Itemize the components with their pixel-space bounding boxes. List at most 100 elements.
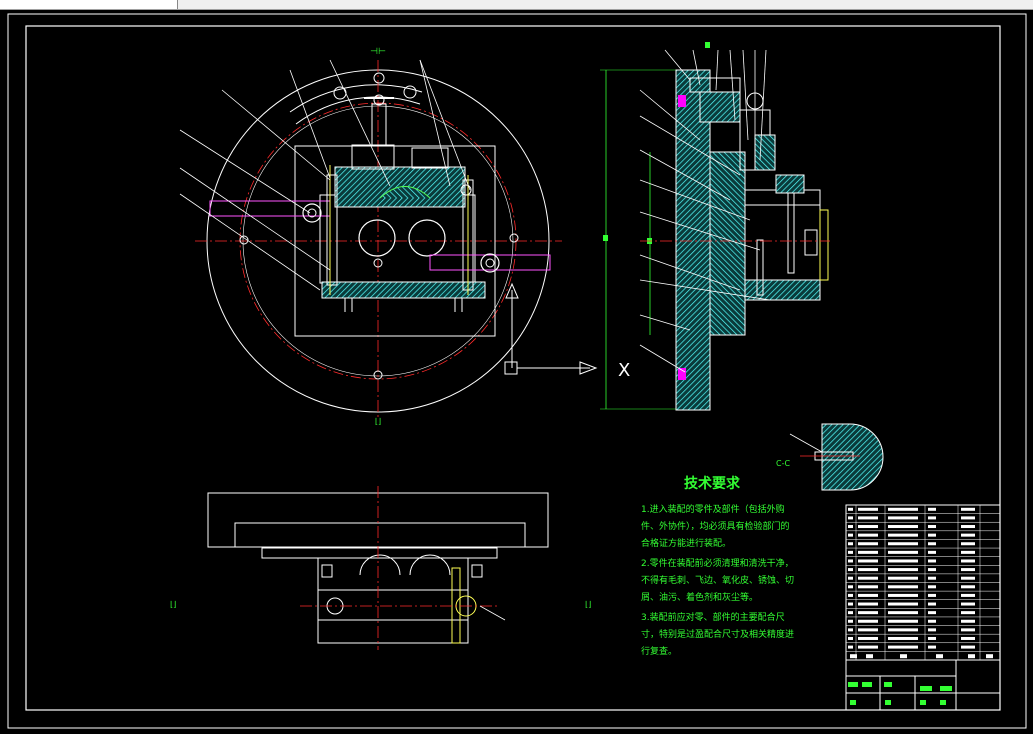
parts-table-mark — [848, 533, 853, 537]
parts-table-mark — [928, 525, 936, 529]
parts-table-mark — [961, 602, 975, 606]
parts-table-mark — [858, 619, 878, 623]
parts-table-mark — [888, 525, 918, 529]
parts-table-mark — [858, 585, 878, 589]
parts-table-mark — [961, 611, 975, 615]
tech-line-6: 屑、油污、着色剂和灰尘等。 — [641, 591, 758, 603]
tech-title: 技术要求 — [684, 475, 741, 492]
drawing-tab[interactable] — [0, 0, 178, 9]
parts-table-mark — [848, 645, 853, 649]
parts-table-header-mark — [936, 654, 943, 659]
parts-table-mark — [888, 585, 918, 589]
parts-table-mark — [961, 550, 975, 554]
svg-text:⌊⌋: ⌊⌋ — [585, 600, 591, 609]
parts-table-mark — [848, 593, 853, 597]
parts-table-mark — [961, 576, 975, 580]
parts-table-mark — [928, 542, 936, 546]
parts-table-mark — [848, 542, 853, 546]
parts-list-table — [845, 504, 1001, 661]
parts-table-mark — [961, 568, 975, 572]
tech-line-4: 2.零件在装配前必须清理和清洗干净， — [641, 557, 794, 569]
parts-table-mark — [961, 525, 975, 529]
tech-line-7: 3.装配前应对零、部件的主要配合尺 — [641, 611, 785, 623]
parts-table-header-mark — [986, 654, 993, 659]
parts-table-mark — [858, 611, 878, 615]
view-marker: X — [618, 360, 630, 381]
parts-table-header-mark — [900, 654, 907, 659]
parts-table-mark — [848, 602, 853, 606]
parts-table-mark — [961, 507, 975, 511]
title-block — [845, 659, 1001, 711]
svg-text:⊣⊢: ⊣⊢ — [370, 47, 386, 57]
parts-table-header-mark — [850, 654, 857, 659]
parts-table-mark — [848, 550, 853, 554]
parts-table-mark — [848, 525, 853, 529]
parts-table-mark — [848, 585, 853, 589]
parts-table-mark — [888, 636, 918, 640]
parts-table-mark — [848, 636, 853, 640]
parts-table-mark — [858, 602, 878, 606]
parts-table-mark — [928, 550, 936, 554]
parts-table-mark — [858, 645, 878, 649]
parts-table-mark — [928, 585, 936, 589]
parts-table-mark — [961, 516, 975, 520]
parts-table-mark — [858, 593, 878, 597]
cad-viewer-window: ⊣⊢ ⌊⌋ X C-C ⌊⌋ ⌊⌋ 技术要求 1.进入装配的零件及部件（包括外购… — [0, 0, 1033, 734]
parts-table-mark — [888, 593, 918, 597]
parts-table-mark — [961, 628, 975, 632]
drawing-canvas[interactable]: ⊣⊢ ⌊⌋ X C-C ⌊⌋ ⌊⌋ 技术要求 1.进入装配的零件及部件（包括外购… — [0, 10, 1033, 734]
parts-table-mark — [961, 636, 975, 640]
parts-table-mark — [888, 542, 918, 546]
parts-table-mark — [858, 559, 878, 563]
parts-table-mark — [848, 516, 853, 520]
parts-table-mark — [888, 576, 918, 580]
parts-table-mark — [888, 559, 918, 563]
parts-table-mark — [858, 568, 878, 572]
tech-line-2: 件、外协件），均必须具有检验部门的 — [641, 520, 790, 532]
parts-table-mark — [928, 568, 936, 572]
parts-table-mark — [961, 619, 975, 623]
parts-table-mark — [888, 611, 918, 615]
parts-table-mark — [858, 636, 878, 640]
parts-table-mark — [961, 593, 975, 597]
tech-line-1: 1.进入装配的零件及部件（包括外购 — [641, 503, 785, 515]
parts-table-header-mark — [968, 654, 975, 659]
parts-table-mark — [961, 542, 975, 546]
parts-table-mark — [888, 507, 918, 511]
technical-requirements: 技术要求 1.进入装配的零件及部件（包括外购 件、外协件），均必须具有检验部门的… — [641, 475, 794, 657]
parts-table-mark — [928, 533, 936, 537]
parts-table-mark — [848, 619, 853, 623]
parts-table-mark — [858, 576, 878, 580]
svg-text:C-C: C-C — [776, 459, 790, 468]
parts-table-mark — [961, 585, 975, 589]
parts-table-mark — [928, 559, 936, 563]
top-toolbar — [0, 0, 1033, 10]
parts-table-mark — [888, 628, 918, 632]
parts-table-mark — [858, 550, 878, 554]
svg-text:⌊⌋: ⌊⌋ — [375, 417, 381, 426]
parts-table-mark — [848, 507, 853, 511]
bottom-plan-view: ⌊⌋ ⌊⌋ — [170, 486, 591, 650]
detail-view: C-C — [776, 423, 884, 491]
parts-table-mark — [848, 576, 853, 580]
parts-table-mark — [858, 542, 878, 546]
parts-table-mark — [961, 559, 975, 563]
parts-table-mark — [888, 533, 918, 537]
parts-table-mark — [928, 636, 936, 640]
parts-table-mark — [928, 645, 936, 649]
parts-table-mark — [928, 619, 936, 623]
parts-table-mark — [888, 602, 918, 606]
tech-line-9: 行复查。 — [641, 645, 677, 657]
parts-table-mark — [858, 533, 878, 537]
parts-table-mark — [928, 593, 936, 597]
parts-table-mark — [858, 628, 878, 632]
main-front-view: ⊣⊢ ⌊⌋ — [179, 47, 598, 426]
parts-table-mark — [848, 628, 853, 632]
tech-line-3: 合格证方能进行装配。 — [641, 537, 731, 549]
parts-table-mark — [858, 507, 878, 511]
parts-table-mark — [858, 516, 878, 520]
parts-table-mark — [961, 645, 975, 649]
parts-table-mark — [928, 576, 936, 580]
parts-table-mark — [928, 628, 936, 632]
parts-table-mark — [928, 611, 936, 615]
